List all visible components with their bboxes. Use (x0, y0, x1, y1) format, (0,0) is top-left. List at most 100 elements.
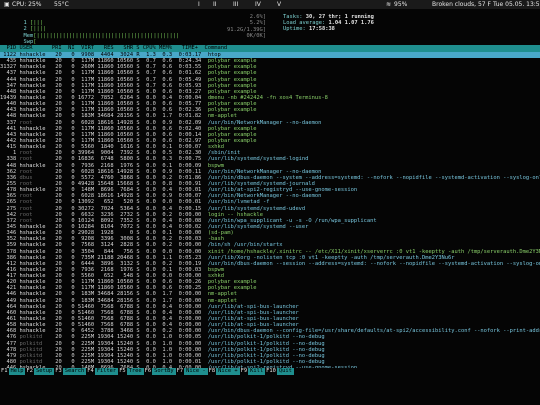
command-cell: nm-applet (207, 291, 238, 298)
shr-cell: 14928 (116, 193, 137, 200)
pri-cell: 20 (51, 180, 65, 187)
pid-cell: 435 (0, 58, 20, 65)
mem-cell: 0.4 (159, 322, 176, 329)
time-cell: 0:00.00 (175, 322, 208, 329)
process-table-header[interactable]: PID USER PRI NI VIRT RES SHR S CPU% MEM%… (0, 45, 540, 52)
user-cell: hshackle (19, 285, 52, 292)
time-cell: 0:00.00 (175, 211, 208, 218)
mem-cell: 0.0 (159, 199, 176, 206)
uptime-line: Uptime: 17:58:38 (283, 26, 335, 32)
cpu-cell: 0.0 (142, 119, 160, 126)
virt-cell: 225M (77, 359, 98, 366)
res-cell: 1928 (97, 230, 117, 237)
shr-cell: 1976 (116, 162, 137, 169)
cpu-cell: 0.0 (142, 328, 160, 335)
res-cell: 11860 (97, 82, 117, 89)
cpu-cell: 0.0 (142, 291, 160, 298)
shr-cell: 15240 (116, 352, 137, 359)
res-cell: 652 (97, 273, 117, 280)
fkey-label-f5[interactable]: Tree (126, 368, 144, 375)
pid-cell: 460 (0, 309, 20, 316)
virt-cell: 183M (77, 113, 98, 120)
pid-cell: 479 (0, 352, 20, 359)
virt-cell: 5560 (77, 144, 98, 151)
cpu-cell: 0.7 (142, 70, 160, 77)
process-table[interactable]: 1122 hshackle 20 0 9908 4404 3024 R 1.3 … (0, 52, 540, 368)
command-cell: /usr/lib/polkit-1/polkitd --no-debug (207, 346, 325, 353)
fkey-f10[interactable]: F10 (265, 368, 277, 375)
command-cell: polybar example (207, 88, 257, 95)
fkey-label-f3[interactable]: Search (62, 368, 87, 375)
user-cell: root (19, 168, 52, 175)
res-cell: 15648 (97, 180, 117, 187)
command-cell: polybar example (207, 101, 257, 108)
fkey-f5[interactable]: F5 (118, 368, 127, 375)
shr-cell: 7684 (116, 187, 137, 194)
fkey-label-f10[interactable]: Quit (276, 368, 294, 375)
ni-cell: 0 (64, 76, 78, 83)
user-cell: hshackle (19, 162, 52, 169)
pid-cell: 468 (0, 328, 20, 335)
mem-cell: 0.6 (159, 137, 176, 144)
shr-cell: 6788 (116, 316, 137, 323)
mem-cell: 1.7 (159, 291, 176, 298)
pri-cell: 20 (51, 279, 65, 286)
ni-cell: 0 (64, 131, 78, 138)
shr-cell: 6788 (116, 322, 137, 329)
fkey-label-f7[interactable]: Nice - (184, 368, 208, 375)
workspace-2[interactable]: II (213, 0, 217, 9)
cpu-cell: 0.0 (142, 150, 160, 157)
terminal-window: ▣ CPU: 25% 55°C I II III IV V ≋ 95% Brok… (0, 0, 540, 405)
command-cell: /usr/lib/polkit-1/polkitd --no-debug (207, 334, 325, 341)
res-cell: 8092 (97, 217, 117, 224)
fkey-f3[interactable]: F3 (54, 368, 63, 375)
ni-cell: 0 (64, 297, 78, 304)
cpu-cell: 0.0 (142, 180, 160, 187)
ni-cell: 0 (64, 242, 78, 249)
virt-cell: 117M (77, 76, 98, 83)
user-cell: polkitd (19, 352, 52, 359)
workspace-5[interactable]: V (277, 0, 281, 9)
ni-cell: 0 (64, 107, 78, 114)
ni-cell: 0 (64, 94, 78, 101)
command-cell: /sbin/init (207, 150, 241, 157)
mem-cell: 0.4 (159, 217, 176, 224)
pid-cell: 412 (0, 260, 20, 267)
user-cell: hshackle (19, 236, 52, 243)
fkey-label-f1[interactable]: Help (8, 368, 26, 375)
virt-cell: 6452 (77, 328, 98, 335)
shr-cell: 1616 (116, 144, 137, 151)
cpu-cell: 0.7 (142, 82, 160, 89)
command-cell: /usr/lib/at-spi-bus-launcher (207, 316, 299, 323)
fkey-label-f8[interactable]: Nice + (216, 368, 240, 375)
pri-cell: 20 (51, 309, 65, 316)
fkey-f4[interactable]: F4 (86, 368, 95, 375)
virt-cell: 7568 (77, 242, 98, 249)
ni-cell: 0 (64, 230, 78, 237)
fkey-f7[interactable]: F7 (175, 368, 185, 375)
fkey-f1[interactable]: F1 (0, 368, 9, 375)
command-cell: polybar example (207, 137, 257, 144)
pid-cell: 461 (0, 316, 20, 323)
fkey-f2[interactable]: F2 (25, 368, 34, 375)
cpu-cell: 0.0 (142, 230, 160, 237)
fkey-f9[interactable]: F9 (239, 368, 249, 375)
fkey-label-f6[interactable]: SortBy (152, 368, 176, 375)
virt-cell: 117M (77, 101, 98, 108)
res-cell: 19304 (97, 359, 117, 366)
fkey-label-f2[interactable]: Setup (33, 368, 55, 375)
pri-cell: 20 (51, 107, 65, 114)
res-cell: 6748 (97, 156, 117, 163)
fkey-f6[interactable]: F6 (143, 368, 153, 375)
workspace-4[interactable]: IV (255, 0, 261, 9)
time-cell: 0:00.15 (175, 205, 208, 212)
workspace-3[interactable]: III (233, 0, 238, 9)
workspace-1[interactable]: I (198, 0, 200, 9)
fkey-label-f4[interactable]: Filter (94, 368, 119, 375)
fkey-f8[interactable]: F8 (207, 368, 217, 375)
pri-cell: 20 (51, 359, 65, 366)
shr-cell: 10560 (116, 101, 137, 108)
command-cell: /usr/lib/polkit-1/polkitd --no-debug (207, 359, 325, 366)
fkey-label-f9[interactable]: Kill (248, 368, 266, 375)
res-cell: 19304 (97, 352, 117, 359)
